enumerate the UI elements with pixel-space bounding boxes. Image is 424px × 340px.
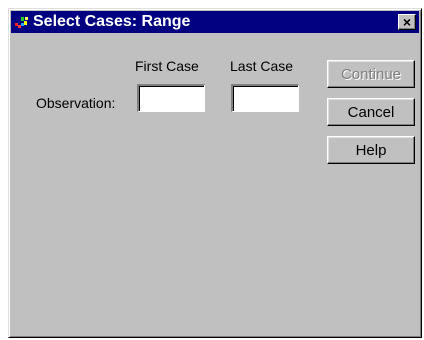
title-bar[interactable]: Select Cases: Range × [11,11,419,33]
last-case-header: Last Case [230,58,294,74]
cancel-button[interactable]: Cancel [327,98,415,126]
first-case-header: First Case [135,58,199,74]
last-case-input[interactable] [231,84,299,112]
close-button[interactable]: × [398,14,416,30]
app-icon [15,17,28,28]
dialog-title: Select Cases: Range [33,13,191,30]
select-cases-range-dialog: Select Cases: Range × First Case Last Ca… [8,8,422,338]
continue-button[interactable]: Continue [327,60,415,88]
close-icon: × [402,14,412,30]
observation-label: Observation: [36,95,116,111]
help-button[interactable]: Help [327,136,415,164]
first-case-input[interactable] [137,84,205,112]
